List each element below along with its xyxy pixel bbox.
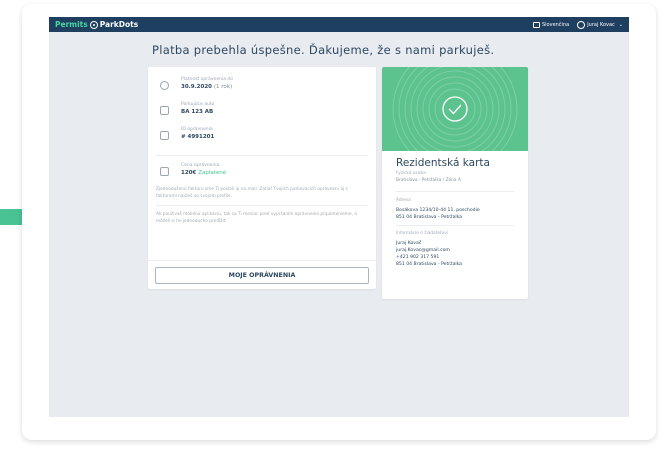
divider (396, 191, 514, 192)
page-title: Platba prebehla úspešne. Ďakujeme, že s … (152, 43, 495, 57)
price-status: Zaplatené (198, 170, 227, 176)
top-right-menu: Slovenčina Juraj Kovac ⌄ (532, 20, 623, 29)
validity-value: 30.9.2020 (181, 84, 212, 90)
divider (156, 155, 368, 156)
brand-parkdots: ParkDots (99, 20, 139, 29)
permit-summary-card: Platnosť oprávnenia do 30.9.2020 (1 rok)… (148, 67, 376, 289)
user-menu[interactable]: Juraj Kovac (587, 22, 615, 28)
applicant-label: Informácie o žiadateľovi (396, 231, 448, 236)
parkdots-logo-icon (89, 20, 98, 29)
car-icon (160, 106, 169, 115)
divider (156, 205, 368, 206)
language-selector[interactable]: Slovenčina (542, 22, 569, 28)
permit-price-row: Cena oprávnenia 120€ Zaplatené (156, 161, 368, 186)
card-header (382, 67, 528, 151)
reminder-note: Ak používaš mobilnú aplikáciu, tak sa Ti… (156, 212, 358, 224)
button-area: MOJE OPRÁVNENIA (148, 260, 376, 289)
car-label: Parkujúce auto (181, 102, 215, 107)
my-permits-button[interactable]: MOJE OPRÁVNENIA (155, 266, 369, 284)
price-tag-icon (160, 167, 169, 176)
chevron-down-icon[interactable]: ⌄ (619, 22, 623, 28)
id-value: # 4991201 (181, 134, 215, 140)
validity-label: Platnosť oprávnenia do (181, 77, 234, 82)
divider (396, 225, 514, 226)
applicant-email: juraj.Kovac@gmail.com (396, 248, 450, 253)
id-card-icon (160, 131, 169, 140)
brand-permits: Permits (55, 20, 88, 29)
price-label: Cena oprávnenia (181, 163, 220, 168)
top-navigation-bar: Permits ParkDots Slovenčina Juraj Kovac … (49, 17, 629, 32)
address-line-1: Bosákova 1234/10-44 11. poschodie (396, 208, 480, 213)
id-label: ID oprávnenia (181, 127, 213, 132)
user-icon (577, 20, 586, 29)
zone-value: Bratislava - Petržalka / Zóna A (396, 178, 461, 183)
permit-car-row: Parkujúce auto BA 123 AB (156, 100, 368, 125)
clock-icon (160, 81, 169, 90)
card-title: Rezidentská karta (396, 157, 490, 169)
language-icon (532, 21, 540, 28)
applicant-phone: +421 902 317 591 (396, 255, 440, 260)
address-line-2: 851 04 Bratislava - Petržalka (396, 215, 463, 220)
address-label: Adresa (396, 198, 411, 203)
validity-extra: (1 rok) (213, 84, 233, 90)
applicant-name: Juraj Kovač (396, 241, 422, 246)
zone-label: Fyzická osoba (396, 171, 426, 176)
app-screen: Permits ParkDots Slovenčina Juraj Kovac … (49, 17, 629, 417)
car-value: BA 123 AB (181, 109, 214, 115)
permit-validity-row: Platnosť oprávnenia do 30.9.2020 (1 rok) (156, 75, 368, 100)
permit-id-row: ID oprávnenia # 4991201 (156, 125, 368, 150)
brand-logo[interactable]: Permits ParkDots (55, 20, 138, 29)
price-value: 120€ (181, 170, 197, 176)
resident-card: Rezidentská karta Fyzická osoba Bratisla… (382, 67, 528, 299)
applicant-city: 851 04 Bratislava - Petržalka (396, 262, 463, 267)
check-circle-icon (392, 67, 518, 151)
invoice-note: Zjednodušenú faktúru sme Ti poslali aj n… (156, 187, 348, 199)
